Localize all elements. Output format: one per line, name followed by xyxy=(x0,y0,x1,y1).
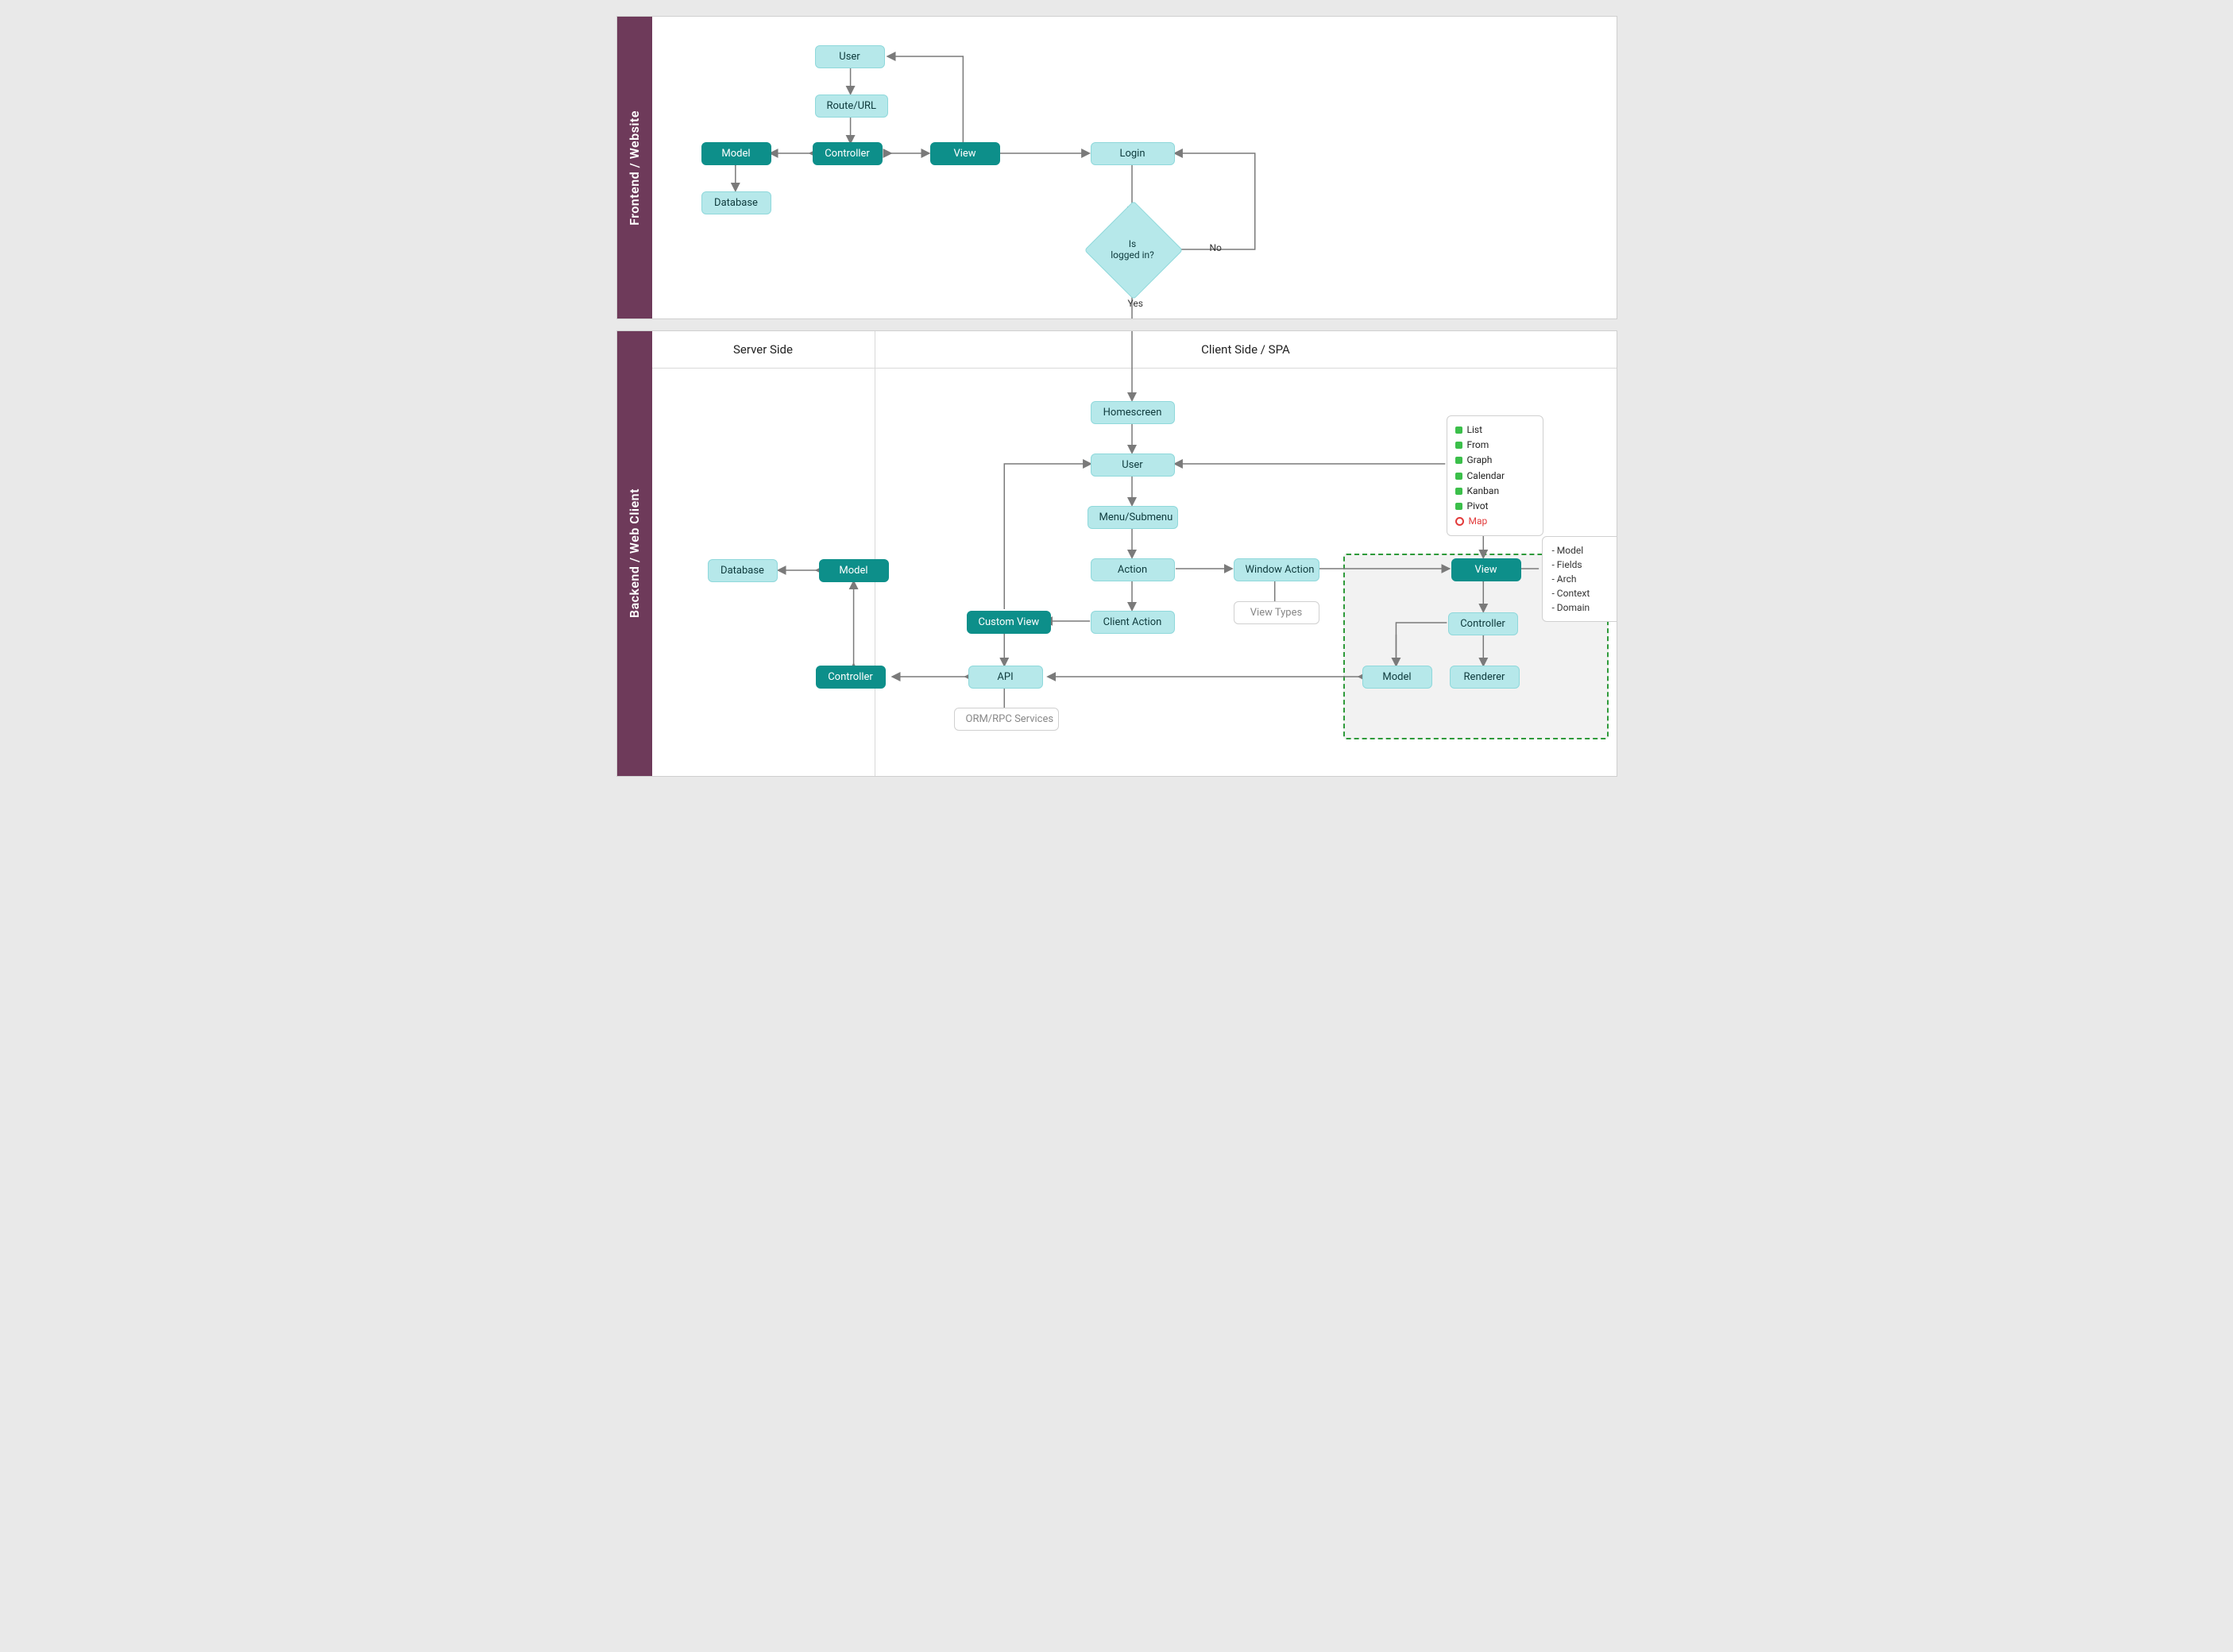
node-database-b: Database xyxy=(708,559,778,582)
node-decision-wrap: Is logged in? xyxy=(1099,215,1167,284)
column-headers: Server Side Client Side / SPA xyxy=(652,331,1617,369)
view-info-item: - Domain xyxy=(1552,600,1611,615)
node-menu: Menu/Submenu xyxy=(1088,506,1178,529)
bullet-square-icon xyxy=(1455,503,1462,510)
view-types-list-rows: ListFromGraphCalendarKanbanPivotMap xyxy=(1455,423,1532,529)
view-type-item: Pivot xyxy=(1455,499,1532,514)
node-window-action: Window Action xyxy=(1234,558,1319,581)
view-type-item: List xyxy=(1455,423,1532,438)
edge-label-yes: Yes xyxy=(1126,298,1145,309)
node-client-action: Client Action xyxy=(1091,611,1175,634)
view-type-item: Graph xyxy=(1455,453,1532,468)
node-controller-b: Controller xyxy=(816,666,886,689)
section-backend-title: Backend / Web Client xyxy=(627,488,642,618)
bullet-square-icon xyxy=(1455,488,1462,495)
view-types-list: ListFromGraphCalendarKanbanPivotMap xyxy=(1447,415,1543,536)
node-model2: Model xyxy=(1362,666,1432,689)
node-renderer: Renderer xyxy=(1450,666,1520,689)
view-type-label: Map xyxy=(1469,514,1488,529)
view-type-label: Pivot xyxy=(1467,499,1489,514)
view-info-item: - Fields xyxy=(1552,558,1611,572)
node-route: Route/URL xyxy=(815,95,889,118)
node-homescreen: Homescreen xyxy=(1091,401,1175,424)
view-type-item: From xyxy=(1455,438,1532,453)
decision-label: Is logged in? xyxy=(1099,215,1167,284)
diagram-page: Frontend / Website xyxy=(616,16,1617,777)
node-action: Action xyxy=(1091,558,1175,581)
edge-label-no: No xyxy=(1208,242,1223,253)
node-view-b: View xyxy=(1451,558,1521,581)
node-controller: Controller xyxy=(813,142,883,165)
node-api: API xyxy=(968,666,1043,689)
node-login: Login xyxy=(1091,142,1175,165)
backend-canvas: Server Side Client Side / SPA xyxy=(652,331,1617,776)
node-view-types: View Types xyxy=(1234,601,1319,624)
node-view: View xyxy=(930,142,1000,165)
view-type-label: Calendar xyxy=(1467,469,1505,484)
view-type-label: Graph xyxy=(1467,453,1493,468)
view-type-label: From xyxy=(1467,438,1489,453)
node-model-b: Model xyxy=(819,559,889,582)
view-info-box: - Model- Fields- Arch- Context- Domain xyxy=(1542,536,1617,622)
frontend-canvas: User Route/URL Model Controller View Dat… xyxy=(652,17,1617,318)
view-info-item: - Arch xyxy=(1552,572,1611,586)
section-backend-label: Backend / Web Client xyxy=(617,331,652,776)
node-controller2: Controller xyxy=(1448,612,1518,635)
bullet-square-icon xyxy=(1455,457,1462,464)
node-orm: ORM/RPC Services xyxy=(954,708,1059,731)
view-info-rows: - Model- Fields- Arch- Context- Domain xyxy=(1552,543,1611,615)
section-backend: Backend / Web Client Server Side Client … xyxy=(616,330,1617,777)
section-frontend-title: Frontend / Website xyxy=(627,110,642,226)
section-frontend: Frontend / Website xyxy=(616,16,1617,319)
view-info-item: - Model xyxy=(1552,543,1611,558)
col-server-header: Server Side xyxy=(652,331,875,368)
node-user-b: User xyxy=(1091,454,1175,477)
bullet-square-icon xyxy=(1455,473,1462,480)
bullet-ring-icon xyxy=(1455,517,1464,526)
bullet-square-icon xyxy=(1455,427,1462,434)
view-type-item: Calendar xyxy=(1455,469,1532,484)
bullet-square-icon xyxy=(1455,442,1462,449)
view-type-item: Map xyxy=(1455,514,1532,529)
section-frontend-label: Frontend / Website xyxy=(617,17,652,318)
view-type-label: List xyxy=(1467,423,1483,438)
node-model: Model xyxy=(701,142,771,165)
col-client-header: Client Side / SPA xyxy=(875,331,1617,368)
view-type-item: Kanban xyxy=(1455,484,1532,499)
view-info-item: - Context xyxy=(1552,586,1611,600)
view-type-label: Kanban xyxy=(1467,484,1500,499)
node-user: User xyxy=(815,45,885,68)
node-custom-view: Custom View xyxy=(967,611,1052,634)
node-database: Database xyxy=(701,191,771,214)
